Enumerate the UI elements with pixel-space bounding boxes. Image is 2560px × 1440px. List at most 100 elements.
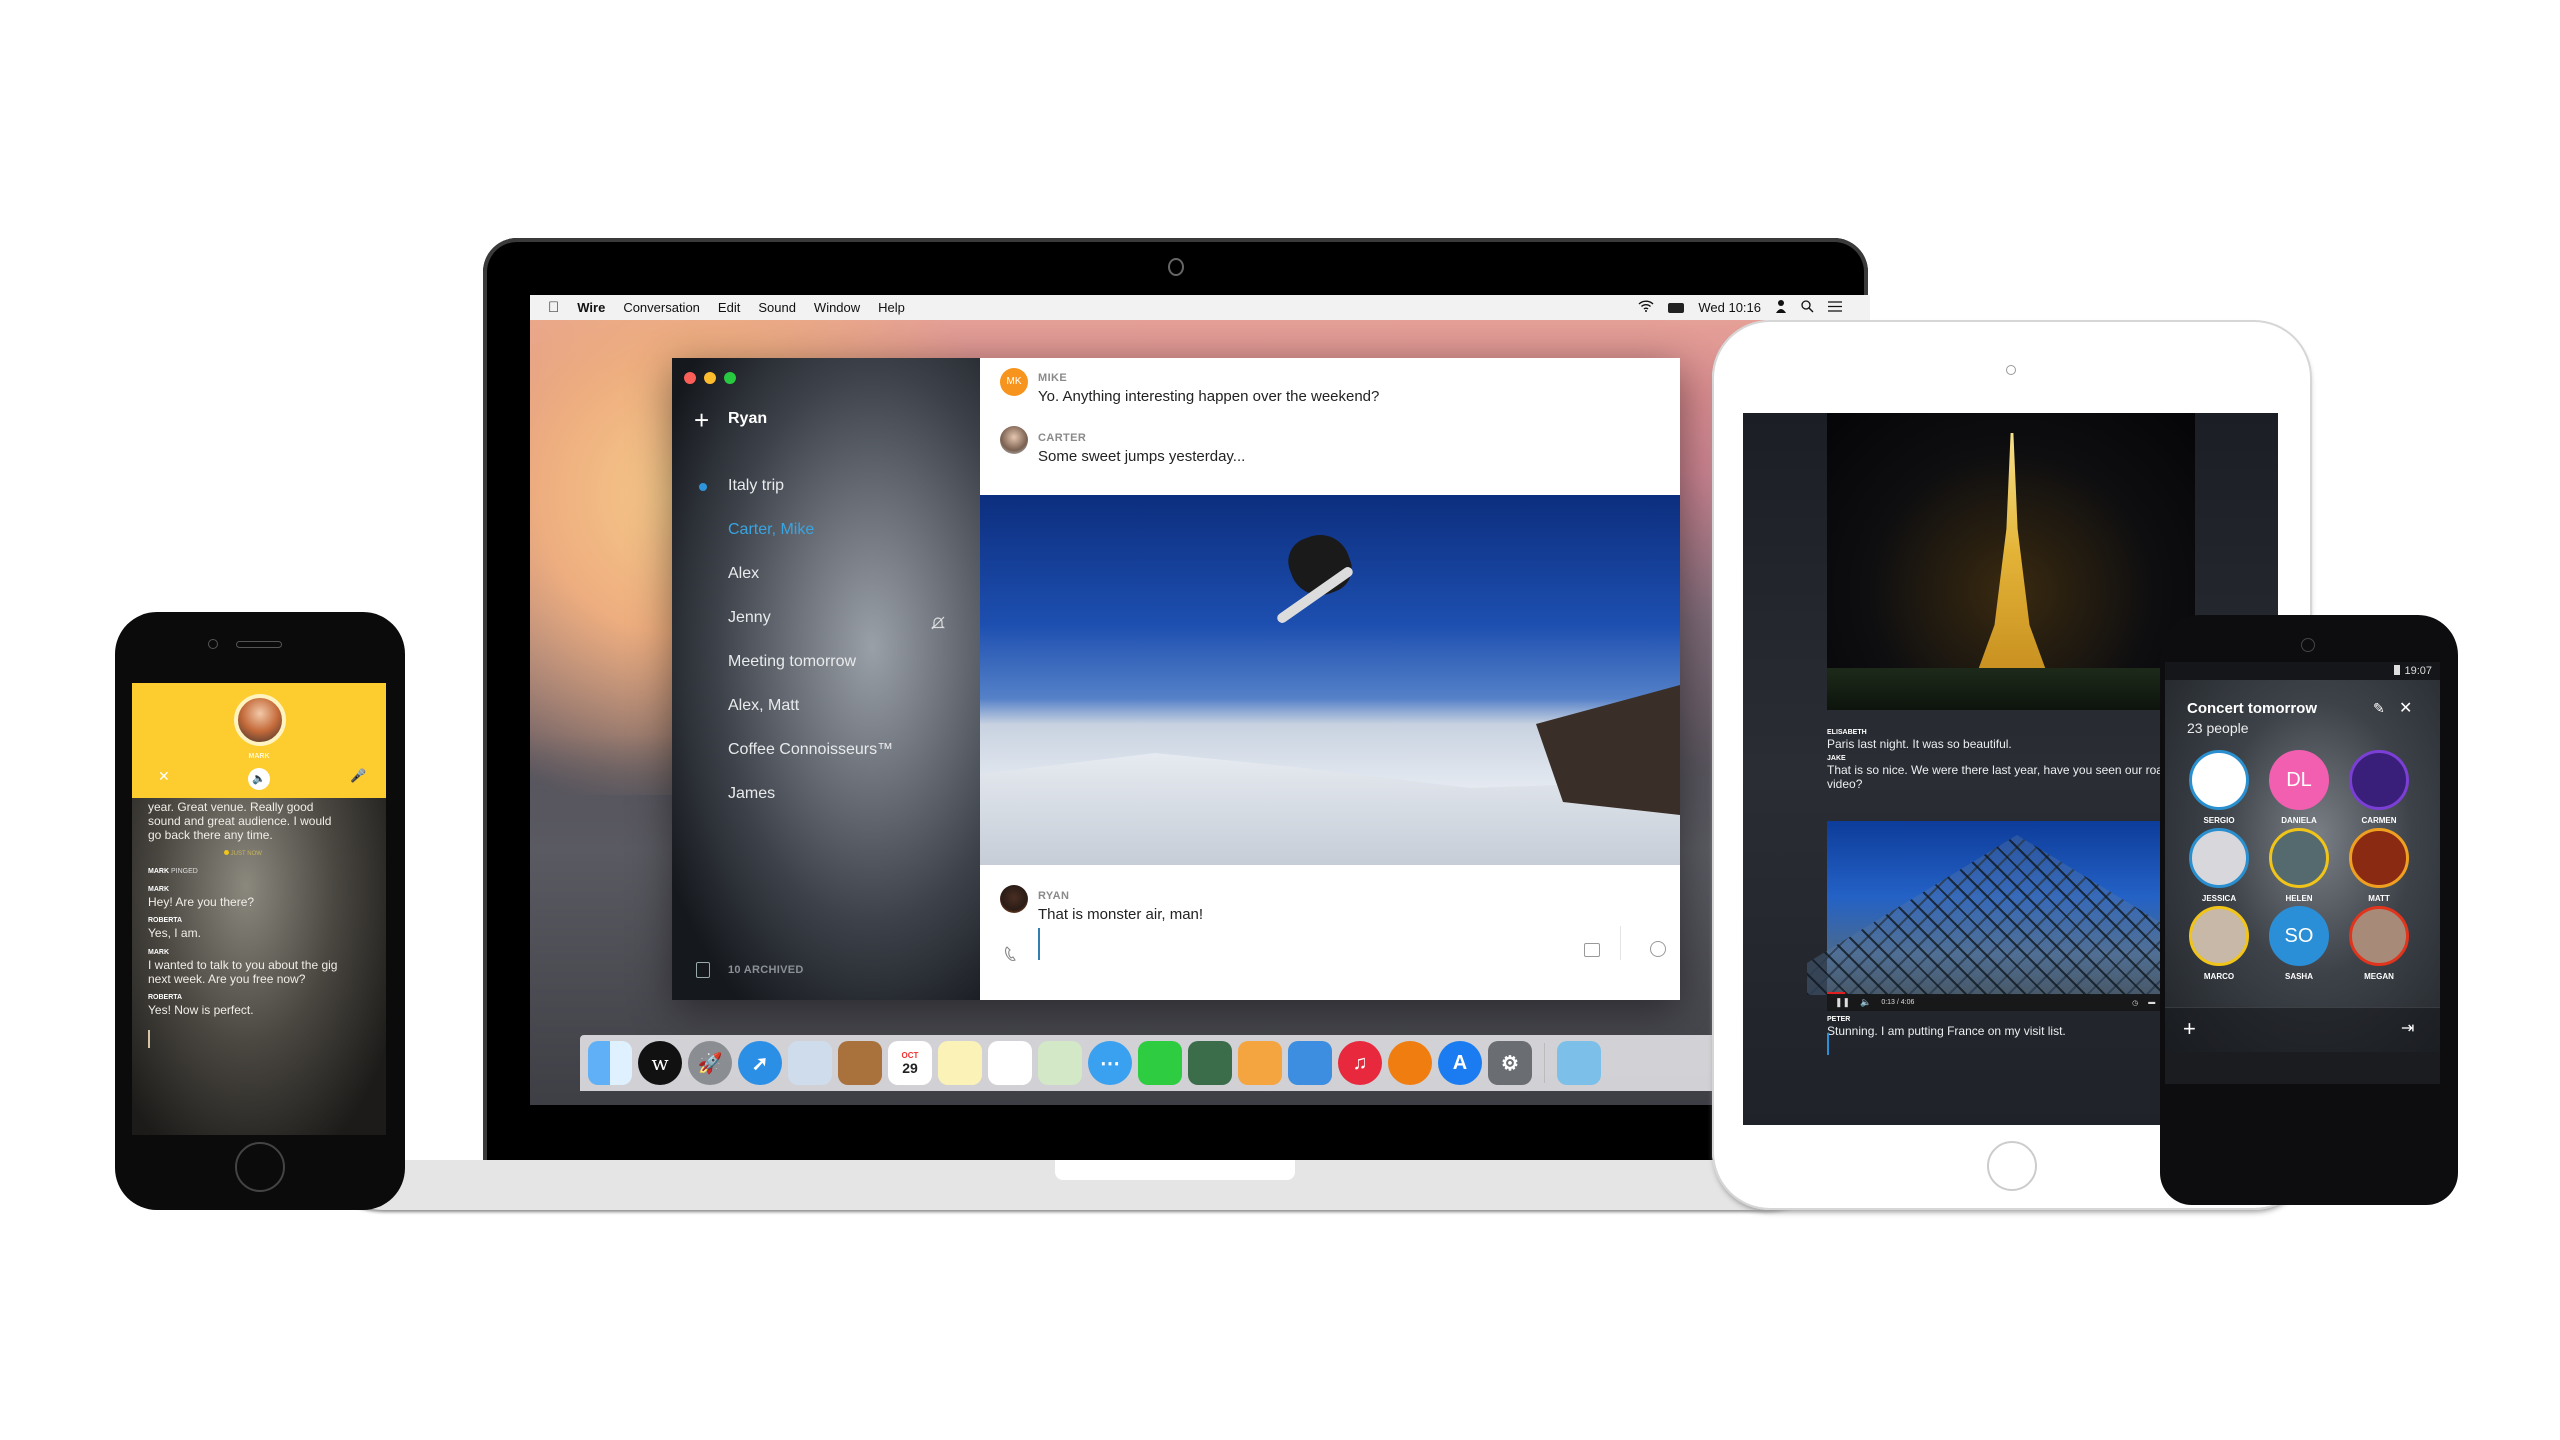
conversation-item[interactable]: Italy trip — [728, 477, 784, 495]
dock-pages-icon[interactable] — [1238, 1041, 1282, 1085]
conversation-item[interactable]: Coffee Connoisseurs™ — [728, 741, 893, 759]
call-button[interactable] — [1004, 946, 1018, 967]
avatar-carter[interactable] — [1000, 426, 1028, 454]
apple-logo-icon[interactable]:  — [548, 299, 559, 316]
participant-name: MATT — [2368, 894, 2390, 903]
clock[interactable]: Wed 10:16 — [1698, 300, 1761, 315]
muted-bell-icon — [930, 615, 946, 634]
spotlight-search-icon[interactable] — [1801, 299, 1814, 316]
dock-launchpad-icon[interactable]: 🚀 — [688, 1041, 732, 1085]
participant-megan[interactable]: MEGAN — [2339, 906, 2419, 981]
dock-keynote-icon[interactable] — [1288, 1041, 1332, 1085]
menu-help[interactable]: Help — [878, 300, 905, 315]
menu-edit[interactable]: Edit — [718, 300, 740, 315]
dock-app-store-icon[interactable]: A — [1438, 1041, 1482, 1085]
macos-dock: w 🚀 ➚ OCT 29 ⋯ ♫ A ⚙ — [580, 1035, 1870, 1091]
participant-sasha[interactable]: SO SASHA — [2259, 906, 2339, 981]
archive-icon[interactable] — [696, 962, 710, 978]
message-text: Paris last night. It was so beautiful. — [1827, 737, 2012, 751]
shared-image-snowboarder[interactable] — [980, 495, 1680, 865]
avatar-ryan[interactable] — [1000, 885, 1028, 913]
video-duration: 4:06 — [1900, 999, 1915, 1006]
ping-sender: MARK — [148, 868, 169, 875]
edit-pencil-icon[interactable]: ✎ — [2373, 700, 2385, 717]
close-icon[interactable]: ✕ — [2399, 698, 2412, 718]
add-people-button[interactable]: + — [2183, 1016, 2196, 1042]
participant-helen[interactable]: HELEN — [2259, 828, 2339, 903]
notification-center-icon[interactable] — [1828, 300, 1842, 315]
dock-itunes-icon[interactable]: ♫ — [1338, 1041, 1382, 1085]
dock-notes-icon[interactable] — [938, 1041, 982, 1085]
pause-button[interactable]: ❚❚ — [1835, 997, 1850, 1008]
self-user-name[interactable]: Ryan — [728, 410, 767, 428]
participant-matt[interactable]: MATT — [2339, 828, 2419, 903]
window-minimize-button[interactable] — [704, 372, 716, 384]
watch-later-button[interactable]: ◷ — [2132, 999, 2138, 1007]
conversation-item[interactable]: James — [728, 785, 775, 803]
shared-video-louvre[interactable]: ❚❚ 🔈 0:13 / 4:06 ◷ ▬ ⚙HD □ — [1807, 821, 2227, 1011]
menu-sound[interactable]: Sound — [758, 300, 796, 315]
theater-mode-button[interactable]: ▬ — [2148, 999, 2155, 1006]
user-icon[interactable] — [1775, 299, 1787, 316]
participant-sergio[interactable]: SERGIO — [2179, 750, 2259, 825]
conversation-people-button[interactable] — [1650, 941, 1666, 957]
conversation-item[interactable]: Alex — [728, 565, 759, 583]
dock-mail-icon[interactable] — [788, 1041, 832, 1085]
mute-microphone-button[interactable]: 🎤 — [350, 768, 366, 784]
menu-app-name[interactable]: Wire — [577, 300, 605, 315]
archived-conversations-button[interactable]: 10 ARCHIVED — [728, 964, 804, 976]
dock-downloads-folder-icon[interactable] — [1557, 1041, 1601, 1085]
dock-finder-icon[interactable] — [588, 1041, 632, 1085]
menu-conversation[interactable]: Conversation — [623, 300, 700, 315]
participant-daniela[interactable]: DL DANIELA — [2259, 750, 2339, 825]
participant-marco[interactable]: MARCO — [2179, 906, 2259, 981]
leave-conversation-icon[interactable]: ⇥ — [2401, 1018, 2414, 1038]
dock-messages-icon[interactable]: ⋯ — [1088, 1041, 1132, 1085]
text-cursor[interactable] — [1827, 1033, 1829, 1055]
avatar-mike[interactable]: MK — [1000, 368, 1028, 396]
volume-button[interactable]: 🔈 — [1860, 997, 1871, 1008]
image-eiffel-tower — [1977, 433, 2047, 673]
dock-calendar-icon[interactable]: OCT 29 — [888, 1041, 932, 1085]
dock-facetime-icon[interactable] — [1138, 1041, 1182, 1085]
participant-avatar — [2349, 906, 2409, 966]
message-text: Hey! Are you there? — [148, 895, 255, 909]
dock-contacts-icon[interactable] — [838, 1041, 882, 1085]
send-image-button[interactable] — [1584, 943, 1600, 957]
participant-name: DANIELA — [2281, 816, 2317, 825]
participant-jessica[interactable]: JESSICA — [2179, 828, 2259, 903]
menu-window[interactable]: Window — [814, 300, 860, 315]
dock-photo-booth-icon[interactable] — [1188, 1041, 1232, 1085]
dock-safari-icon[interactable]: ➚ — [738, 1041, 782, 1085]
iphone-screen: MARK ✕ 🔈 🎤 year. Great venue. Really goo… — [132, 683, 386, 1135]
window-close-button[interactable] — [684, 372, 696, 384]
message-text: year. Great venue. Really good sound and… — [148, 800, 332, 842]
dock-ibooks-icon[interactable] — [1388, 1041, 1432, 1085]
conversation-item[interactable]: Meeting tomorrow — [728, 653, 856, 671]
dock-maps-icon[interactable] — [1038, 1041, 1082, 1085]
message-input[interactable] — [1038, 928, 1608, 960]
dock-wire-icon[interactable]: w — [638, 1041, 682, 1085]
conversation-item[interactable]: Jenny — [728, 609, 771, 627]
start-conversation-button[interactable]: + — [694, 407, 709, 433]
dock-system-preferences-icon[interactable]: ⚙ — [1488, 1041, 1532, 1085]
shared-image-eiffel-tower[interactable] — [1827, 413, 2195, 710]
iphone-home-button[interactable] — [235, 1142, 285, 1192]
conversation-sidebar: + Ryan Italy trip Carter, Mike Alex Jenn… — [672, 358, 980, 1000]
ipad-home-button[interactable] — [1987, 1141, 2037, 1191]
participant-carmen[interactable]: CARMEN — [2339, 750, 2419, 825]
conversation-item[interactable]: Alex, Matt — [728, 697, 799, 715]
conversation-item-active[interactable]: Carter, Mike — [728, 521, 814, 539]
iphone-speaker — [236, 641, 282, 648]
end-call-button[interactable]: ✕ — [158, 768, 170, 785]
wifi-icon[interactable] — [1638, 300, 1654, 315]
speaker-button[interactable]: 🔈 — [248, 768, 270, 790]
message-status: JUST NOW — [224, 850, 262, 857]
message-text: Yo. Anything interesting happen over the… — [1038, 388, 1380, 405]
dock-reminders-icon[interactable] — [988, 1041, 1032, 1085]
window-zoom-button[interactable] — [724, 372, 736, 384]
battery-icon[interactable] — [1668, 302, 1685, 313]
text-cursor[interactable] — [148, 1030, 150, 1048]
group-member-count: 23 people — [2187, 720, 2249, 736]
incoming-call-banner: MARK ✕ 🔈 🎤 — [132, 683, 386, 798]
